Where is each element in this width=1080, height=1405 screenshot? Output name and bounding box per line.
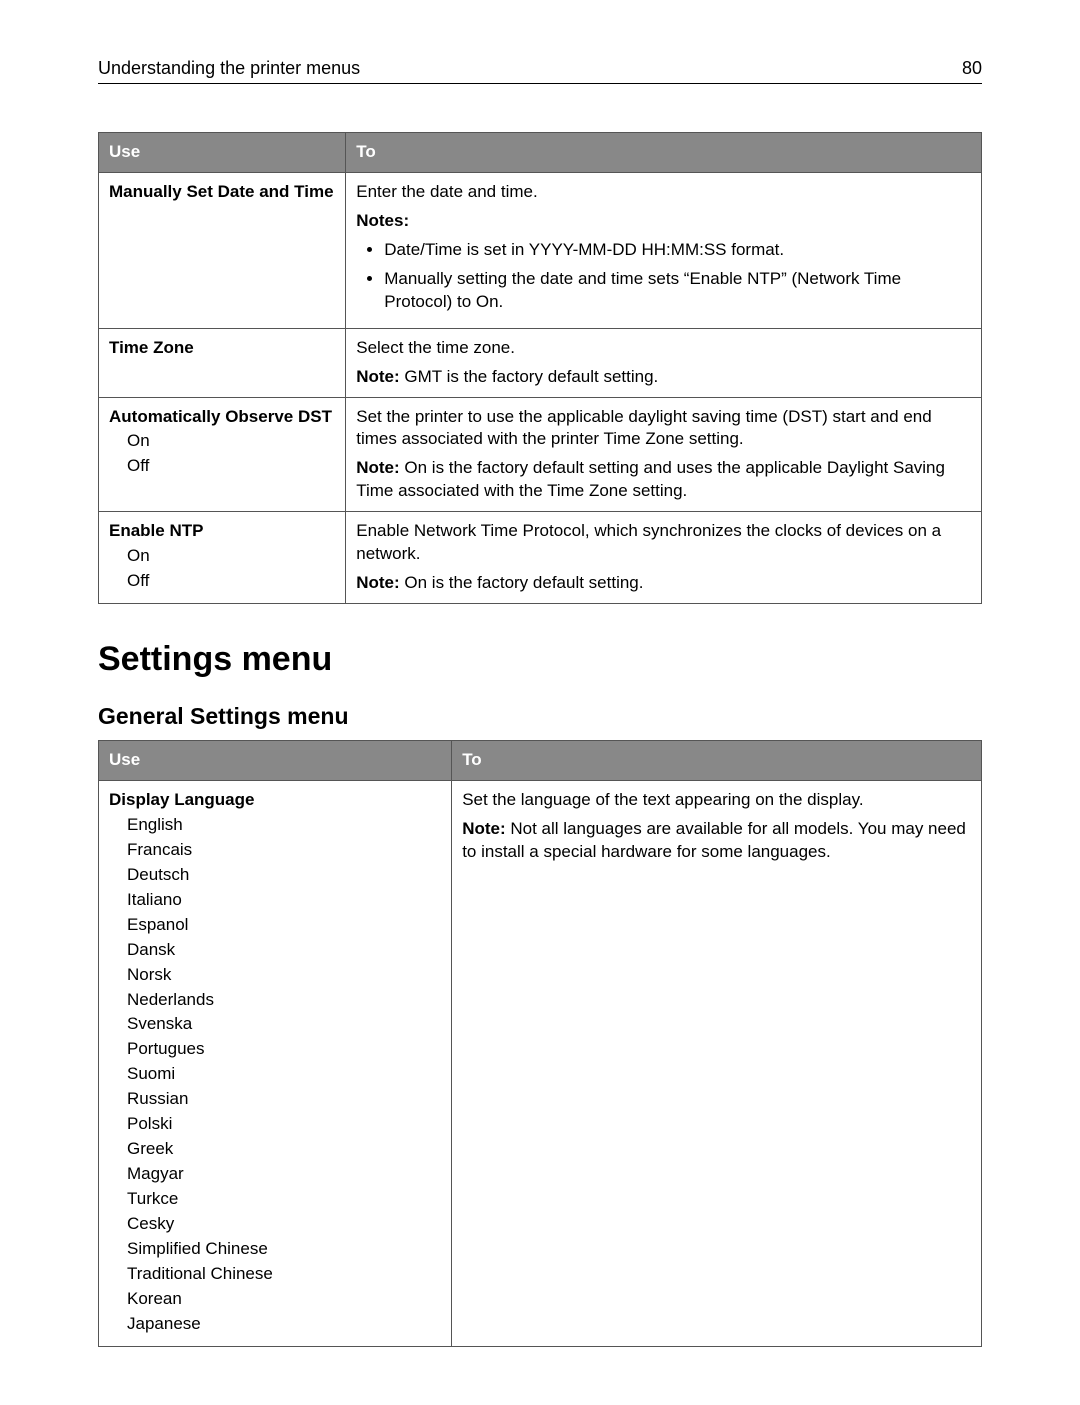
lang-suomi: Suomi [127, 1063, 441, 1086]
lang-traditional-chinese: Traditional Chinese [127, 1263, 441, 1286]
lang-francais: Francais [127, 839, 441, 862]
page: Understanding the printer menus 80 Use T… [0, 0, 1080, 1405]
row2-note-label: Note: [356, 458, 399, 477]
row1-lead: Select the time zone. [356, 337, 971, 360]
row3-option-off: Off [127, 570, 335, 593]
row3-options: On Off [127, 545, 335, 593]
row0-title: Manually Set Date and Time [109, 182, 334, 201]
row3-note: Note: On is the factory default setting. [356, 572, 971, 595]
page-number: 80 [962, 58, 982, 79]
row3-note-text: On is the factory default setting. [400, 573, 644, 592]
display-language-note-label: Note: [462, 819, 505, 838]
display-language-lead: Set the language of the text appearing o… [462, 789, 971, 812]
subsection-title: General Settings menu [98, 703, 982, 730]
general-settings-table: Use To Display Language English Francais… [98, 740, 982, 1347]
lang-japanese: Japanese [127, 1313, 441, 1336]
lang-polski: Polski [127, 1113, 441, 1136]
row2-option-on: On [127, 430, 335, 453]
lang-english: English [127, 814, 441, 837]
row0-lead: Enter the date and time. [356, 181, 971, 204]
row3-title: Enable NTP [109, 520, 335, 543]
lang-dansk: Dansk [127, 939, 441, 962]
table-row: Display Language English Francais Deutsc… [99, 781, 982, 1347]
table-row: Time Zone Select the time zone. Note: GM… [99, 328, 982, 397]
lang-greek: Greek [127, 1138, 441, 1161]
lang-norsk: Norsk [127, 964, 441, 987]
row2-options: On Off [127, 430, 335, 478]
table2-header-use: Use [99, 741, 452, 781]
row2-lead: Set the printer to use the applicable da… [356, 406, 971, 452]
lang-espanol: Espanol [127, 914, 441, 937]
table-row: Automatically Observe DST On Off Set the… [99, 397, 982, 512]
row2-note: Note: On is the factory default setting … [356, 457, 971, 503]
lang-simplified-chinese: Simplified Chinese [127, 1238, 441, 1261]
row3-note-label: Note: [356, 573, 399, 592]
row2-note-text: On is the factory default setting and us… [356, 458, 945, 500]
row0-notes-list: Date/Time is set in YYYY-MM-DD HH:MM:SS … [356, 239, 971, 314]
row3-lead: Enable Network Time Protocol, which sync… [356, 520, 971, 566]
row0-note-1: Manually setting the date and time sets … [384, 268, 971, 314]
row2-option-off: Off [127, 455, 335, 478]
display-language-note: Note: Not all languages are available fo… [462, 818, 971, 864]
row1-note: Note: GMT is the factory default setting… [356, 366, 971, 389]
row1-note-text: GMT is the factory default setting. [400, 367, 659, 386]
row1-title: Time Zone [109, 338, 194, 357]
row1-note-label: Note: [356, 367, 399, 386]
lang-magyar: Magyar [127, 1163, 441, 1186]
lang-turkce: Turkce [127, 1188, 441, 1211]
page-header: Understanding the printer menus 80 [98, 58, 982, 84]
table-row: Manually Set Date and Time Enter the dat… [99, 172, 982, 328]
lang-korean: Korean [127, 1288, 441, 1311]
section-title: Settings menu [98, 640, 982, 679]
lang-portugues: Portugues [127, 1038, 441, 1061]
lang-deutsch: Deutsch [127, 864, 441, 887]
language-list: English Francais Deutsch Italiano Espano… [127, 814, 441, 1336]
display-language-note-text: Not all languages are available for all … [462, 819, 966, 861]
header-title: Understanding the printer menus [98, 58, 360, 79]
table1-header-use: Use [99, 133, 346, 173]
lang-svenska: Svenska [127, 1013, 441, 1036]
row0-notes-label: Notes: [356, 210, 971, 233]
lang-cesky: Cesky [127, 1213, 441, 1236]
lang-nederlands: Nederlands [127, 989, 441, 1012]
table2-header-to: To [452, 741, 982, 781]
lang-italiano: Italiano [127, 889, 441, 912]
table1-header-to: To [346, 133, 982, 173]
lang-russian: Russian [127, 1088, 441, 1111]
display-language-title: Display Language [109, 789, 441, 812]
row3-option-on: On [127, 545, 335, 568]
table-row: Enable NTP On Off Enable Network Time Pr… [99, 512, 982, 604]
date-time-menu-table: Use To Manually Set Date and Time Enter … [98, 132, 982, 604]
row0-note-0: Date/Time is set in YYYY-MM-DD HH:MM:SS … [384, 239, 971, 262]
row2-title: Automatically Observe DST [109, 406, 335, 429]
